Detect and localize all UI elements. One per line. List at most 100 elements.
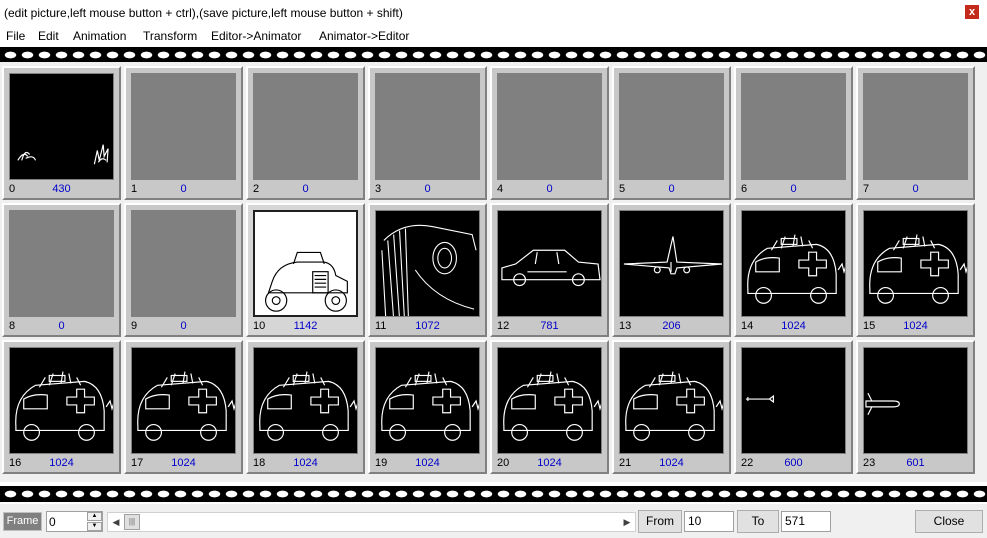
frame-point-count: 1024	[781, 320, 806, 332]
menu-animation[interactable]: Animation	[73, 29, 126, 43]
menu-animator-to-editor[interactable]: Animator->Editor	[319, 29, 409, 43]
frame-stepper[interactable]: ▲ ▼	[46, 511, 103, 532]
frame-cell[interactable]: 18 1024	[246, 340, 365, 474]
frame-cell[interactable]: 17 1024	[124, 340, 243, 474]
menu-edit[interactable]: Edit	[38, 29, 59, 43]
frame-point-count: 1024	[537, 457, 562, 469]
frame-thumbnail[interactable]	[9, 347, 114, 454]
frame-cell[interactable]: 14 1024	[734, 203, 853, 337]
to-input[interactable]: 571	[781, 511, 831, 532]
menu-file[interactable]: File	[6, 29, 25, 43]
frame-cell[interactable]: 11 1072	[368, 203, 487, 337]
missile-icon	[865, 392, 900, 415]
frame-point-count: 0	[790, 183, 797, 195]
from-button[interactable]: From	[638, 510, 682, 533]
frame-point-count: 1072	[415, 320, 440, 332]
close-window-icon[interactable]: x	[965, 5, 979, 19]
frame-point-count: 1024	[171, 457, 196, 469]
title-bar: (edit picture,left mouse button + ctrl),…	[0, 0, 987, 26]
frame-thumbnail[interactable]	[619, 73, 724, 180]
ambulance-icon	[259, 371, 357, 441]
grass-icon	[17, 144, 109, 165]
frame-thumbnail[interactable]	[131, 347, 236, 454]
frame-point-count: 206	[662, 320, 681, 332]
frame-thumbnail[interactable]	[131, 210, 236, 317]
ambulance-icon	[869, 234, 967, 304]
frame-point-count: 0	[424, 183, 431, 195]
frame-input[interactable]	[49, 514, 87, 529]
scroll-left-icon[interactable]: ◀	[108, 513, 124, 531]
frame-scrollbar[interactable]: ◀ ||| ▶	[107, 512, 636, 532]
ambulance-icon	[625, 371, 723, 441]
frame-point-count: 0	[180, 320, 187, 332]
frame-cell[interactable]: 20	[246, 66, 365, 200]
from-input[interactable]: 10	[684, 511, 734, 532]
menu-transform[interactable]: Transform	[143, 29, 197, 43]
grille-icon	[381, 224, 477, 316]
frame-thumbnail[interactable]	[741, 210, 846, 317]
scroll-thumb[interactable]: |||	[124, 514, 140, 530]
frame-thumbnail[interactable]	[9, 73, 114, 180]
frame-cell[interactable]: 50	[612, 66, 731, 200]
close-button[interactable]: Close	[915, 510, 983, 533]
to-button[interactable]: To	[737, 510, 779, 533]
frame-cell[interactable]: 70	[856, 66, 975, 200]
frame-cell[interactable]: 15 1024	[856, 203, 975, 337]
frame-point-count: 430	[52, 183, 71, 195]
frame-cell[interactable]: 21 1024	[612, 340, 731, 474]
frame-point-count: 0	[912, 183, 919, 195]
frame-cell[interactable]: 10 1142	[246, 203, 365, 337]
frame-cell[interactable]: 60	[734, 66, 853, 200]
frame-cell[interactable]: 90	[124, 203, 243, 337]
frame-point-count: 1024	[293, 457, 318, 469]
menu-editor-to-animator[interactable]: Editor->Animator	[211, 29, 301, 43]
frame-thumbnail[interactable]	[863, 347, 968, 454]
frame-thumbnail[interactable]	[253, 73, 358, 180]
frame-point-count: 601	[906, 457, 925, 469]
frame-thumbnail[interactable]	[253, 347, 358, 454]
frame-thumbnail[interactable]	[741, 73, 846, 180]
frame-cell[interactable]: 19 1024	[368, 340, 487, 474]
frame-thumbnail[interactable]	[497, 73, 602, 180]
frame-cell[interactable]: 80	[2, 203, 121, 337]
frame-thumbnail[interactable]	[619, 347, 724, 454]
frame-grid: 0 430 1 0 2 0 3 0 4 0 5 0 6 0 7 0 8 0 9 0 10 1142 11 1072 12 781 1…	[0, 62, 987, 482]
frame-thumbnail[interactable]	[863, 73, 968, 180]
frame-cell[interactable]: 16 1024	[2, 340, 121, 474]
frame-thumbnail[interactable]	[375, 210, 480, 317]
frame-thumbnail[interactable]	[253, 210, 358, 317]
frame-cell[interactable]: 10	[124, 66, 243, 200]
ambulance-icon	[503, 371, 601, 441]
frame-thumbnail[interactable]	[9, 210, 114, 317]
frame-cell[interactable]: 22 600	[734, 340, 853, 474]
stepper-up-icon[interactable]: ▲	[87, 512, 102, 521]
stepper-down-icon[interactable]: ▼	[87, 522, 102, 531]
frame-thumbnail[interactable]	[375, 347, 480, 454]
airplane-icon	[623, 236, 723, 275]
frame-cell[interactable]: 23 601	[856, 340, 975, 474]
frame-point-count: 1142	[293, 320, 318, 332]
frame-cell[interactable]: 0 430	[2, 66, 121, 200]
frame-point-count: 1024	[49, 457, 74, 469]
frame-cell[interactable]: 13 206	[612, 203, 731, 337]
ambulance-icon	[747, 234, 845, 304]
ambulance-icon	[15, 371, 113, 441]
frame-thumbnail[interactable]	[863, 210, 968, 317]
frame-thumbnail[interactable]	[497, 347, 602, 454]
scroll-right-icon[interactable]: ▶	[619, 513, 635, 531]
ambulance-icon	[137, 371, 235, 441]
menu-bar: File Edit Animation Transform Editor->An…	[0, 26, 987, 46]
frame-thumbnail[interactable]	[375, 73, 480, 180]
frame-cell[interactable]: 20 1024	[490, 340, 609, 474]
frame-thumbnail[interactable]	[619, 210, 724, 317]
frame-thumbnail[interactable]	[497, 210, 602, 317]
frame-thumbnail[interactable]	[741, 347, 846, 454]
frame-point-count: 0	[668, 183, 675, 195]
frame-cell[interactable]: 40	[490, 66, 609, 200]
frame-cell[interactable]: 12 781	[490, 203, 609, 337]
frame-cell[interactable]: 30	[368, 66, 487, 200]
frame-point-count: 0	[180, 183, 187, 195]
frame-label: Frame	[3, 512, 42, 531]
ambulance-icon	[381, 371, 479, 441]
frame-thumbnail[interactable]	[131, 73, 236, 180]
